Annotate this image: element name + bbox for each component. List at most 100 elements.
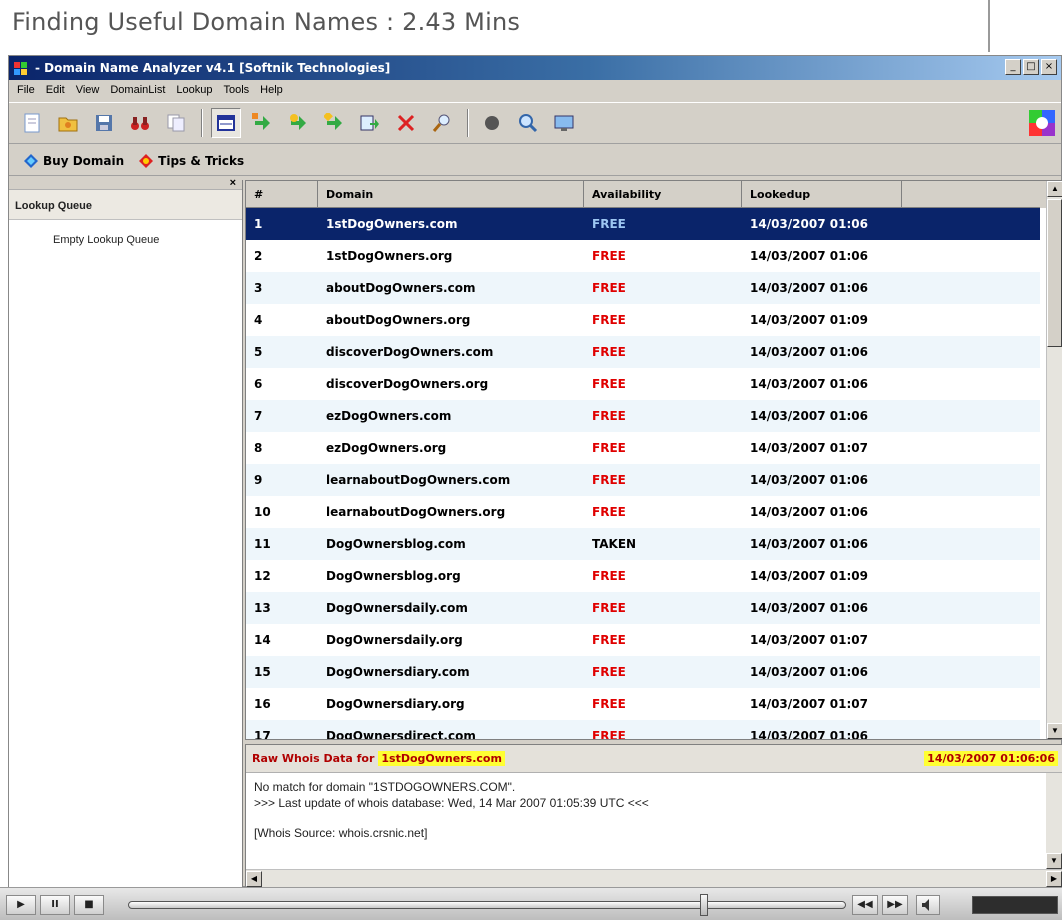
whois-vertical-scrollbar[interactable]: ▼ [1046, 773, 1062, 869]
search-button[interactable] [427, 108, 457, 138]
scroll-down-arrow-icon[interactable]: ▼ [1046, 853, 1062, 869]
open-button[interactable] [53, 108, 83, 138]
grid-vertical-scrollbar[interactable]: ▲ ▼ [1046, 181, 1062, 739]
view-toggle-button[interactable] [211, 108, 241, 138]
column-header-availability[interactable]: Availability [584, 181, 742, 208]
menu-file[interactable]: File [13, 84, 42, 96]
rewind-button[interactable]: ◀◀ [852, 895, 878, 915]
new-list-button[interactable] [17, 108, 47, 138]
table-row[interactable]: 17 DogOwnersdirect.com FREE 14/03/2007 0… [246, 720, 1040, 739]
table-row[interactable]: 10 learnaboutDogOwners.org FREE 14/03/20… [246, 496, 1040, 528]
whois-line: [Whois Source: whois.crsnic.net] [254, 826, 428, 840]
menu-lookup[interactable]: Lookup [172, 84, 219, 96]
table-row[interactable]: 4 aboutDogOwners.org FREE 14/03/2007 01:… [246, 304, 1040, 336]
maximize-button[interactable]: □ [1023, 59, 1039, 75]
binoculars-icon [131, 117, 149, 130]
app-window: - Domain Name Analyzer v4.1 [Softnik Tec… [8, 55, 1062, 888]
column-header-lookedup[interactable]: Lookedup [742, 181, 902, 208]
menu-domainlist[interactable]: DomainList [106, 84, 172, 96]
lookup-list-button[interactable] [355, 108, 385, 138]
row-number: 6 [254, 377, 263, 391]
stop-icon [485, 116, 499, 130]
seek-thumb[interactable] [700, 894, 708, 916]
lookup-queue-pane: × Lookup Queue Empty Lookup Queue [9, 177, 243, 888]
table-row[interactable]: 15 DogOwnersdiary.com FREE 14/03/2007 01… [246, 656, 1040, 688]
generate-button[interactable] [283, 108, 313, 138]
empty-queue-text: Empty Lookup Queue [53, 234, 160, 246]
scroll-thumb[interactable] [1047, 199, 1062, 347]
row-availability: FREE [592, 281, 626, 295]
row-number: 16 [254, 697, 271, 711]
volume-button[interactable] [916, 895, 940, 915]
row-lookedup: 14/03/2007 01:06 [750, 345, 868, 359]
table-row[interactable]: 13 DogOwnersdaily.com FREE 14/03/2007 01… [246, 592, 1040, 624]
table-row[interactable]: 11 DogOwnersblog.com TAKEN 14/03/2007 01… [246, 528, 1040, 560]
scroll-up-arrow-icon[interactable]: ▲ [1047, 181, 1062, 197]
whois-domain: 1stDogOwners.com [378, 751, 505, 766]
minimize-button[interactable]: _ [1005, 59, 1021, 75]
whois-line: No match for domain "1STDOGOWNERS.COM". [254, 780, 516, 794]
table-row[interactable]: 9 learnaboutDogOwners.com FREE 14/03/200… [246, 464, 1040, 496]
pause-button[interactable]: II [40, 895, 70, 915]
seek-bar[interactable] [128, 901, 846, 909]
stop-button[interactable] [477, 108, 507, 138]
buy-domain-label: Buy Domain [43, 153, 125, 168]
screen-button[interactable] [549, 108, 579, 138]
column-header-number[interactable]: # [246, 181, 318, 208]
row-lookedup: 14/03/2007 01:07 [750, 697, 868, 711]
scroll-right-arrow-icon[interactable]: ▶ [1046, 871, 1062, 887]
combine-button[interactable] [319, 108, 349, 138]
menu-tools[interactable]: Tools [219, 84, 256, 96]
time-display [972, 896, 1058, 914]
row-availability: FREE [592, 345, 626, 359]
table-row[interactable]: 12 DogOwnersblog.org FREE 14/03/2007 01:… [246, 560, 1040, 592]
column-header-domain[interactable]: Domain [318, 181, 584, 208]
close-button[interactable]: × [1041, 59, 1057, 75]
table-row[interactable]: 6 discoverDogOwners.org FREE 14/03/2007 … [246, 368, 1040, 400]
row-availability: FREE [592, 313, 626, 327]
table-row[interactable]: 5 discoverDogOwners.com FREE 14/03/2007 … [246, 336, 1040, 368]
video-player-bar: ▶ II ■ ◀◀ ▶▶ [0, 887, 1062, 920]
whois-panel: Raw Whois Data for 1stDogOwners.com 14/0… [245, 744, 1062, 888]
row-number: 11 [254, 537, 271, 551]
column-header-filler [902, 181, 1040, 208]
find-button[interactable] [125, 108, 155, 138]
delete-button[interactable] [391, 108, 421, 138]
row-number: 15 [254, 665, 271, 679]
play-button[interactable]: ▶ [6, 895, 36, 915]
table-row[interactable]: 3 aboutDogOwners.com FREE 14/03/2007 01:… [246, 272, 1040, 304]
row-number: 5 [254, 345, 263, 359]
table-row[interactable]: 2 1stDogOwners.org FREE 14/03/2007 01:06 [246, 240, 1040, 272]
row-lookedup: 14/03/2007 01:09 [750, 313, 868, 327]
menu-view[interactable]: View [72, 84, 107, 96]
row-lookedup: 14/03/2007 01:09 [750, 569, 868, 583]
whois-horizontal-scrollbar[interactable]: ◀ ▶ [246, 869, 1062, 887]
table-row[interactable]: 1 1stDogOwners.com FREE 14/03/2007 01:06 [246, 208, 1040, 240]
scroll-down-arrow-icon[interactable]: ▼ [1047, 723, 1062, 739]
forward-button[interactable]: ▶▶ [882, 895, 908, 915]
table-row[interactable]: 7 ezDogOwners.com FREE 14/03/2007 01:06 [246, 400, 1040, 432]
save-button[interactable] [89, 108, 119, 138]
buy-domain-link[interactable]: Buy Domain [23, 153, 124, 169]
stop-button[interactable]: ■ [74, 895, 104, 915]
pane-handle[interactable]: × [9, 177, 242, 190]
row-number: 4 [254, 313, 263, 327]
table-row[interactable]: 14 DogOwnersdaily.org FREE 14/03/2007 01… [246, 624, 1040, 656]
menu-help[interactable]: Help [256, 84, 290, 96]
brand-logo-button[interactable] [1029, 110, 1055, 136]
row-domain: DogOwnersdiary.org [326, 697, 465, 711]
copy-button[interactable] [161, 108, 191, 138]
pane-close-icon[interactable]: × [230, 177, 236, 189]
toolbar [9, 102, 1061, 144]
row-lookedup: 14/03/2007 01:07 [750, 441, 868, 455]
scroll-left-arrow-icon[interactable]: ◀ [246, 871, 262, 887]
tips-tricks-link[interactable]: Tips & Tricks [138, 153, 244, 169]
open-folder-icon [58, 117, 78, 132]
table-row[interactable]: 16 DogOwnersdiary.org FREE 14/03/2007 01… [246, 688, 1040, 720]
zoom-button[interactable] [513, 108, 543, 138]
whois-label: Raw Whois Data for [252, 752, 375, 765]
menu-edit[interactable]: Edit [42, 84, 72, 96]
add-domain-button[interactable] [247, 108, 277, 138]
whois-text[interactable]: No match for domain "1STDOGOWNERS.COM". … [246, 773, 1062, 841]
table-row[interactable]: 8 ezDogOwners.org FREE 14/03/2007 01:07 [246, 432, 1040, 464]
